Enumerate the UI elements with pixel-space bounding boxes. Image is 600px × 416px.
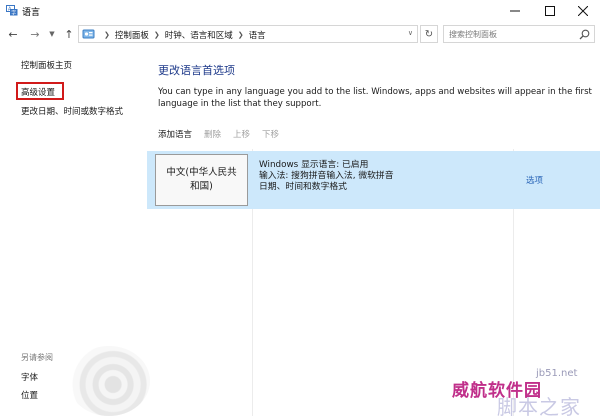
watermark-brand: 威航软件园 — [452, 381, 542, 401]
arrow-right-icon: → — [30, 27, 40, 41]
move-up-button[interactable]: 上移 — [233, 128, 250, 140]
up-button[interactable]: ↑ — [61, 26, 77, 42]
page-description: You can type in any language you add to … — [158, 87, 592, 109]
move-down-button[interactable]: 下移 — [262, 128, 279, 140]
language-toolbar: 添加语言 删除 上移 下移 — [158, 128, 279, 140]
breadcrumb: ❯ 控制面板 ❯ 时钟、语言和区域 ❯ 语言 — [99, 29, 266, 41]
chevron-right-icon[interactable]: ❯ — [154, 31, 160, 39]
arrow-up-icon: ↑ — [64, 27, 74, 41]
language-app-icon: A 字 — [6, 5, 18, 16]
control-panel-home-link[interactable]: 控制面板主页 — [21, 59, 72, 71]
input-methods: 输入法: 搜狗拼音输入法, 微软拼音 — [259, 171, 394, 181]
back-button[interactable]: ← — [5, 26, 21, 42]
refresh-button[interactable]: ↻ — [420, 25, 438, 43]
highlight-box — [16, 82, 64, 100]
remove-button[interactable]: 删除 — [204, 128, 221, 140]
location-link[interactable]: 位置 — [21, 389, 38, 401]
date-time-format: 日期、时间和数字格式 — [259, 182, 347, 192]
close-icon — [577, 6, 588, 16]
breadcrumb-clock-language-region[interactable]: 时钟、语言和区域 — [165, 29, 233, 41]
recent-locations-button[interactable]: ▼ — [47, 26, 57, 42]
add-language-button[interactable]: 添加语言 — [158, 128, 192, 140]
breadcrumb-language[interactable]: 语言 — [249, 29, 266, 41]
language-name-button[interactable]: 中文(中华人民共和国) — [155, 154, 248, 206]
options-link[interactable]: 选项 — [526, 174, 543, 186]
search-box — [443, 25, 595, 43]
search-icon[interactable] — [579, 29, 590, 40]
arrow-left-icon: ← — [8, 27, 18, 41]
title-bar: A 字 语言 — [0, 0, 600, 22]
main-pane: 更改语言首选项 You can type in any language you… — [147, 46, 600, 416]
page-title: 更改语言首选项 — [158, 64, 235, 77]
fonts-link[interactable]: 字体 — [21, 371, 38, 383]
decorative-swirl — [68, 346, 150, 416]
chevron-down-icon: ▼ — [49, 30, 55, 38]
chevron-right-icon[interactable]: ❯ — [238, 31, 244, 39]
control-panel-icon — [82, 29, 95, 39]
watermark-url: jb51.net — [536, 368, 578, 379]
see-also-label: 另请参阅 — [21, 353, 53, 362]
svg-text:字: 字 — [11, 9, 16, 16]
minimize-button[interactable] — [498, 0, 531, 22]
search-input[interactable] — [449, 28, 574, 41]
breadcrumb-control-panel[interactable]: 控制面板 — [115, 29, 149, 41]
window-title: 语言 — [22, 8, 41, 18]
chevron-right-icon: ❯ — [104, 31, 110, 39]
forward-button[interactable]: → — [27, 26, 43, 42]
language-details: Windows 显示语言: 已启用 输入法: 搜狗拼音输入法, 微软拼音 日期、… — [259, 160, 394, 193]
navigation-bar: ← → ▼ ↑ ❯ 控制面板 ❯ 时钟、语言和区域 ❯ 语言 ∨ ↻ — [0, 22, 600, 46]
address-dropdown-icon[interactable]: ∨ — [408, 29, 413, 37]
maximize-button[interactable] — [533, 0, 566, 22]
maximize-icon — [544, 6, 555, 16]
minimize-icon — [509, 10, 520, 12]
address-bar[interactable]: ❯ 控制面板 ❯ 时钟、语言和区域 ❯ 语言 ∨ — [78, 25, 418, 43]
display-language-status: Windows 显示语言: 已启用 — [259, 160, 369, 170]
change-date-time-format-link[interactable]: 更改日期、时间或数字格式 — [21, 105, 123, 117]
left-pane: 控制面板主页 高级设置 更改日期、时间或数字格式 另请参阅 字体 位置 — [0, 46, 150, 416]
close-button[interactable] — [566, 0, 599, 22]
refresh-icon: ↻ — [424, 28, 434, 40]
language-row[interactable]: 中文(中华人民共和国) Windows 显示语言: 已启用 输入法: 搜狗拼音输… — [147, 151, 600, 209]
